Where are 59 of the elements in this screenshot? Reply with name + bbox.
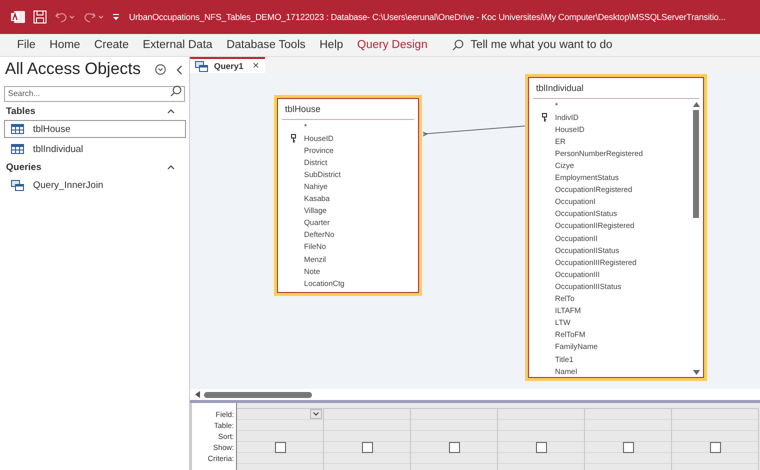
grid-cell[interactable] bbox=[585, 442, 671, 453]
nav-item[interactable]: Query_InnerJoin bbox=[4, 176, 186, 194]
app-logo-icon[interactable] bbox=[10, 10, 26, 24]
item-label: tblIndividual bbox=[33, 144, 84, 154]
tell-me-field[interactable]: Tell me what you want to do bbox=[470, 39, 690, 51]
menu-tab[interactable]: Database Tools bbox=[219, 39, 312, 51]
nav-item[interactable]: tblIndividual bbox=[4, 140, 186, 158]
scroll-left-icon[interactable] bbox=[195, 391, 200, 398]
menu-tab[interactable]: External Data bbox=[136, 39, 220, 51]
tab-label: Query1 bbox=[214, 61, 244, 71]
dropdown-caret-icon[interactable] bbox=[310, 409, 322, 419]
window-title: UrbanOccupations_NFS_Tables_DEMO_17122023 : Database- C:\Users\eerunal\OneDrive - Koc Universitesi\My Computer\Desktop\MSSQLServerTransitio... bbox=[129, 12, 726, 22]
pane-title: All Access Objects bbox=[5, 60, 141, 79]
query-icon bbox=[195, 60, 208, 72]
scroll-down-icon[interactable] bbox=[692, 370, 700, 375]
close-button[interactable]: × bbox=[252, 60, 259, 72]
grid-cell[interactable] bbox=[237, 442, 323, 453]
collapse-icon[interactable] bbox=[176, 64, 183, 74]
item-label: Query_InnerJoin bbox=[33, 180, 104, 190]
show-checkbox[interactable] bbox=[448, 442, 460, 452]
join-line[interactable] bbox=[422, 126, 526, 136]
show-checkbox[interactable] bbox=[622, 442, 634, 452]
document-tab[interactable]: Query1 × bbox=[190, 57, 265, 73]
scroll-up-icon[interactable] bbox=[692, 102, 700, 107]
show-checkbox[interactable] bbox=[710, 442, 720, 452]
search-field[interactable]: Search... bbox=[4, 86, 185, 102]
menu-tab[interactable]: Create bbox=[87, 39, 136, 51]
show-checkbox[interactable] bbox=[362, 442, 372, 452]
nav-item[interactable]: tblHouse bbox=[4, 120, 186, 138]
search-icon[interactable] bbox=[452, 39, 464, 51]
group-header[interactable]: Queries bbox=[6, 162, 42, 172]
search-icon bbox=[170, 85, 182, 97]
table-title: tblHouse bbox=[282, 99, 414, 120]
show-checkbox[interactable] bbox=[536, 442, 546, 452]
item-label: tblHouse bbox=[33, 124, 70, 134]
show-checkbox[interactable] bbox=[274, 442, 286, 452]
table-title: tblIndividual bbox=[533, 78, 699, 99]
collapse-caret-icon[interactable] bbox=[167, 108, 175, 114]
customize-icon[interactable] bbox=[112, 13, 120, 21]
table-field-list[interactable] bbox=[525, 74, 707, 381]
dropdown-circle-icon[interactable] bbox=[154, 64, 166, 75]
table-icon bbox=[11, 144, 24, 154]
scrollbar[interactable] bbox=[190, 389, 760, 403]
undo-icon[interactable] bbox=[54, 10, 76, 24]
group-header[interactable]: Tables bbox=[6, 106, 36, 116]
save-icon[interactable] bbox=[33, 10, 47, 24]
grid-cell[interactable] bbox=[498, 442, 584, 453]
menu-tab[interactable]: Help bbox=[312, 39, 350, 51]
grid-cell[interactable] bbox=[324, 442, 410, 453]
grid-cell[interactable] bbox=[411, 442, 497, 453]
grid-cell[interactable] bbox=[237, 409, 323, 420]
grid-cell[interactable] bbox=[672, 442, 758, 453]
menu-tab[interactable]: File bbox=[10, 39, 43, 51]
menu-tab[interactable]: Query Design bbox=[350, 39, 434, 51]
menu-tab[interactable]: Home bbox=[42, 39, 88, 51]
query-icon bbox=[11, 180, 24, 190]
table-icon bbox=[11, 124, 24, 134]
collapse-caret-icon[interactable] bbox=[167, 164, 175, 170]
redo-icon[interactable] bbox=[83, 10, 105, 24]
